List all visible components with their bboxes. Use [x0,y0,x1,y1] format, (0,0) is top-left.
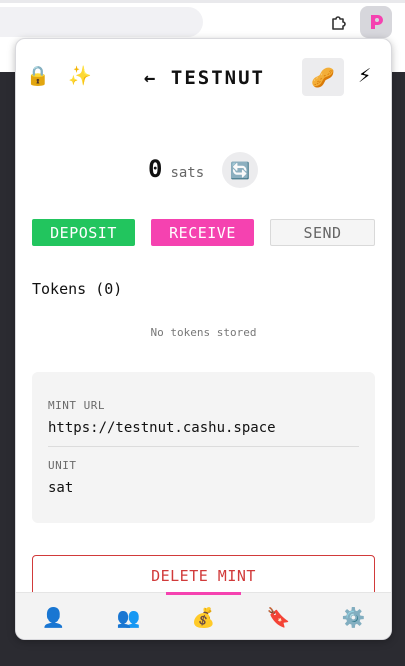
bookmark-icon: 🔖 [266,606,291,629]
info-divider [48,446,359,447]
peanut-button[interactable]: 🥜 [302,58,344,96]
extensions-puzzle-icon[interactable] [326,10,352,36]
nav-settings[interactable]: ⚙️ [316,593,391,639]
puzzle-icon [332,16,346,30]
nav-contacts[interactable]: 👥 [91,593,166,639]
deposit-button[interactable]: DEPOSIT [32,219,135,246]
unit-value: sat [48,480,74,496]
person-icon: 👤 [41,606,66,629]
nav-bookmarks[interactable]: 🔖 [241,593,316,639]
mint-url-value: https://testnut.cashu.space [48,420,276,436]
tokens-empty-message: No tokens stored [150,326,257,339]
nav-wallet[interactable]: 💰 [166,593,241,639]
tokens-heading: Tokens (0) [32,280,123,298]
people-icon: 👥 [116,606,141,629]
delete-mint-button[interactable]: DELETE MINT [32,555,375,597]
money-bag-icon: 💰 [191,606,216,629]
lock-icon[interactable]: 🔒 [26,65,50,87]
browser-top-edge [0,0,405,3]
mint-title-back-button[interactable]: ← TESTNUT [144,67,265,89]
bottom-nav: 👤 👥 💰 🔖 ⚙️ [16,592,391,639]
extension-logo-icon [371,15,383,29]
refresh-button[interactable]: 🔄 [222,152,258,188]
sparkle-icon[interactable]: ✨ [68,65,92,87]
peanut-icon: 🥜 [311,66,335,89]
unit-label: UNIT [48,459,77,472]
address-bar[interactable] [0,7,203,37]
wallet-popup: 🔒 ✨ ← TESTNUT 🥜 ⚡ 0 sats 🔄 DEPOSIT RECEI… [15,38,392,640]
receive-button[interactable]: RECEIVE [151,219,254,246]
balance-display: 0 sats [148,155,204,183]
lightning-icon[interactable]: ⚡ [358,65,371,87]
refresh-icon: 🔄 [230,160,250,180]
balance-value: 0 [148,155,163,183]
nav-profile[interactable]: 👤 [16,593,91,639]
balance-unit: sats [170,165,205,181]
cashu-extension-button[interactable] [360,6,392,38]
gear-icon: ⚙️ [341,606,366,629]
delete-mint-label: DELETE MINT [151,567,256,585]
mint-url-label: MINT URL [48,399,105,412]
mint-info-card: MINT URL https://testnut.cashu.space UNI… [32,372,375,523]
send-button[interactable]: SEND [270,219,375,246]
